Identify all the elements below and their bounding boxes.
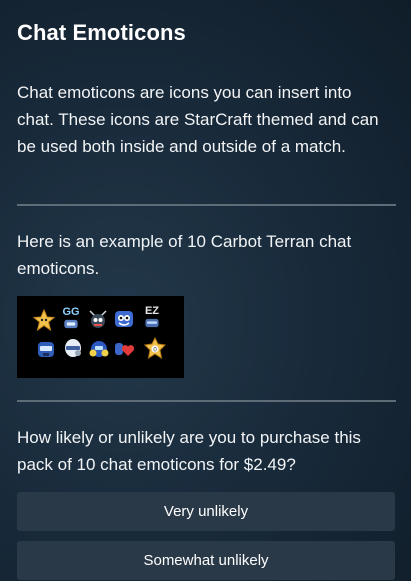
gg-text: GG bbox=[62, 306, 80, 318]
option-label: Very unlikely bbox=[163, 503, 249, 520]
survey-question: How likely or unlikely are you to purcha… bbox=[17, 428, 361, 474]
ez-text: EZ bbox=[144, 305, 160, 317]
heart-emoticon-icon bbox=[115, 343, 135, 356]
ghost-emoticon-icon bbox=[65, 339, 81, 357]
divider bbox=[17, 400, 396, 402]
option-label: Somewhat unlikely bbox=[143, 552, 269, 569]
marine-head-icon bbox=[145, 318, 159, 328]
survey-page: Chat Emoticons Chat emoticons are icons … bbox=[0, 0, 411, 581]
robot-emoticon-icon bbox=[115, 311, 133, 327]
medal-emoticon-icon: 0 bbox=[144, 337, 166, 359]
gg-emoticon: GG bbox=[60, 307, 82, 329]
marine-head-icon bbox=[64, 319, 78, 329]
page-title: Chat Emoticons bbox=[17, 20, 186, 45]
divider bbox=[17, 204, 396, 206]
emoticon-example-image: GG EZ 0 bbox=[17, 296, 184, 378]
star-emoticon-icon bbox=[33, 309, 55, 331]
option-somewhat-unlikely-button[interactable]: Somewhat unlikely bbox=[17, 541, 395, 580]
reaper-emoticon-icon bbox=[89, 341, 109, 357]
example-text: Here is an example of 10 Carbot Terran c… bbox=[17, 232, 352, 278]
option-very-unlikely-button[interactable]: Very unlikely bbox=[17, 492, 395, 531]
antenna-emoticon-icon bbox=[89, 310, 107, 328]
marine-emoticon-icon bbox=[38, 342, 54, 357]
ez-emoticon: EZ bbox=[141, 306, 163, 328]
description-text: Chat emoticons are icons you can insert … bbox=[17, 83, 379, 156]
